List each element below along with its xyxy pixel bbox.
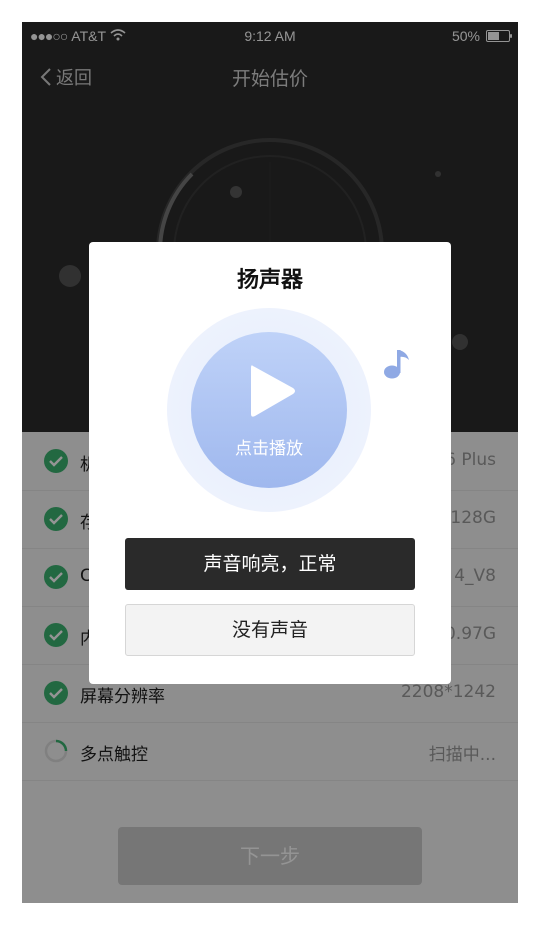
speaker-test-dialog: 扬声器 点击播放 声音响亮，正常 没有声音	[89, 242, 451, 684]
play-button[interactable]: 点击播放	[191, 332, 347, 488]
play-label: 点击播放	[235, 439, 303, 459]
phone-screen: ●●●○○ AT&T 9:12 AM 50% 返回 开始估价 6 Plus 12…	[22, 22, 518, 903]
play-ring: 点击播放	[167, 308, 371, 512]
music-note-icon	[383, 346, 411, 384]
no-sound-button[interactable]: 没有声音	[125, 604, 415, 656]
dialog-title: 扬声器	[236, 268, 303, 293]
play-icon	[251, 365, 295, 417]
sound-normal-button[interactable]: 声音响亮，正常	[125, 538, 415, 590]
